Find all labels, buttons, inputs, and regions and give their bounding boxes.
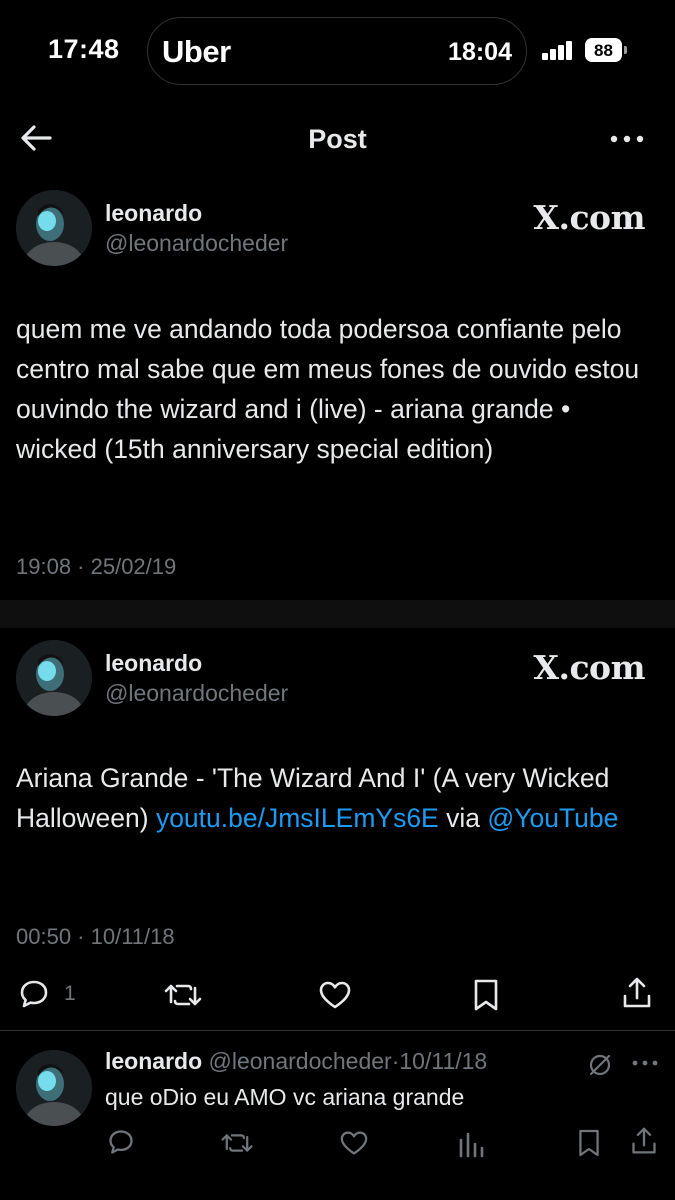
x-com-logo: X.com [533,198,645,237]
status-bar: 17:48 Uber 18:04 88 [0,0,675,100]
post-text-via: via [438,803,488,833]
reply-avatar[interactable] [16,1050,92,1126]
avatar[interactable] [16,640,92,716]
avatar-photo-icon [16,640,92,716]
reply-repost-button[interactable] [220,1130,254,1156]
share-button[interactable] [621,976,653,1010]
repost-button[interactable] [163,980,203,1010]
post-timestamp[interactable]: 00:50 · 10/11/18 [16,924,175,950]
repost-icon [221,1134,253,1152]
status-time: 17:48 [48,34,120,64]
x-com-logo: X.com [533,648,645,687]
author-display-name[interactable]: leonardo [105,200,202,227]
more-horizontal-icon [610,135,644,143]
bookmark-button[interactable] [472,978,500,1012]
avatar-photo-icon [16,190,92,266]
avatar-photo-icon [16,1050,92,1126]
reply-button[interactable]: 1 [18,978,76,1010]
more-options-button[interactable] [607,124,647,154]
heart-icon [340,1131,368,1155]
repost-icon [164,984,202,1006]
youtube-link[interactable]: youtu.be/JmsILEmYs6E [156,803,439,833]
bookmark-icon [474,979,498,1011]
reply-share-button[interactable] [630,1126,658,1156]
dynamic-island[interactable]: Uber 18:04 [147,17,527,85]
avatar[interactable] [16,190,92,266]
card-divider [0,600,675,628]
bookmark-icon [579,1129,599,1157]
post-text: Ariana Grande - 'The Wizard And I' (A ve… [16,758,656,838]
post-timestamp[interactable]: 19:08 · 25/02/19 [16,554,176,580]
battery-level: 88 [594,41,613,60]
share-icon [623,977,651,1008]
author-display-name[interactable]: leonardo [105,650,202,677]
reply-action-bar [0,1126,675,1166]
like-button[interactable] [318,980,352,1010]
reply-date[interactable]: 10/11/18 [399,1048,487,1074]
author-handle[interactable]: @leonardocheder [105,680,288,707]
reply-display-name[interactable]: leonardo [105,1048,202,1074]
page-title: Post [308,124,367,154]
more-horizontal-icon [632,1060,658,1066]
grok-icon[interactable] [587,1052,613,1083]
post-action-bar: 1 [0,976,675,1016]
post-text: quem me ve andando toda podersoa confian… [16,314,640,464]
reply-views-button[interactable] [458,1130,484,1158]
youtube-mention[interactable]: @YouTube [487,803,618,833]
reply-icon [109,1130,133,1154]
live-activity-time: 18:04 [448,38,512,66]
quoted-post-card-2[interactable]: leonardo @leonardocheder X.com Ariana Gr… [0,628,675,1028]
cellular-signal-icon [542,40,576,60]
reply-like-button[interactable] [339,1130,369,1156]
post-header: Post [0,100,675,178]
reply-reply-button[interactable] [107,1128,135,1156]
heart-icon [319,981,351,1009]
views-chart-icon [459,1132,484,1158]
reply-text: que oDio eu AMO vc ariana grande [105,1084,465,1110]
quoted-post-card-1[interactable]: leonardo @leonardocheder X.com quem me v… [0,178,675,598]
live-activity-app-label: Uber [162,34,231,69]
reply-icon [20,980,48,1008]
reply-meta: leonardo @leonardocheder·10/11/18 [105,1048,487,1075]
divider [0,1030,675,1031]
reply-count: 1 [64,982,76,1005]
battery-icon: 88 [585,38,627,62]
reply-more-button[interactable] [630,1050,660,1081]
reply-bookmark-button[interactable] [577,1128,601,1158]
author-handle[interactable]: @leonardocheder [105,230,288,257]
share-icon [632,1127,656,1154]
reply-handle[interactable]: @leonardocheder [209,1048,392,1074]
